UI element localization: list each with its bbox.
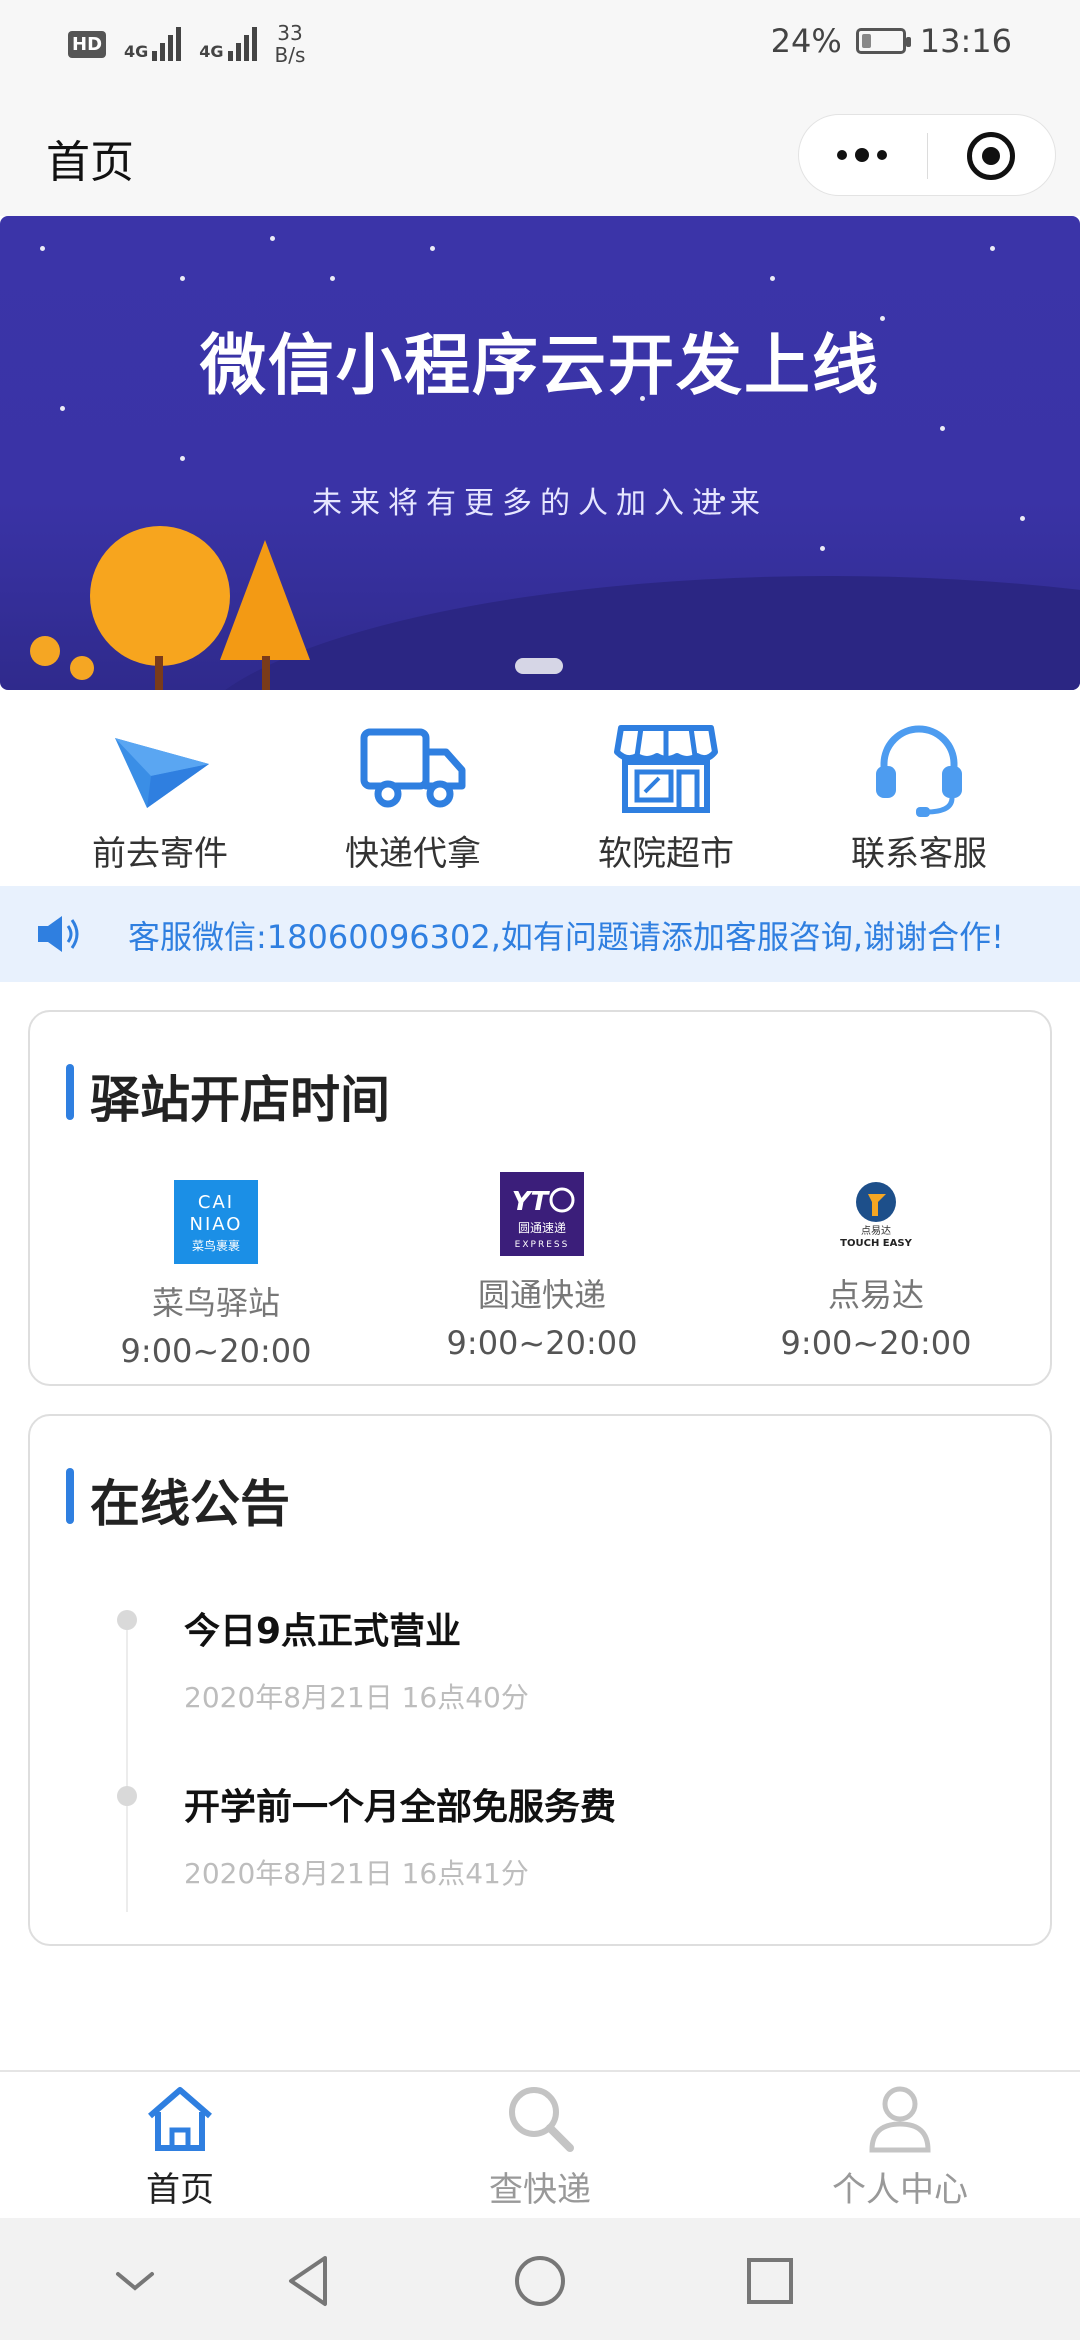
- station-item[interactable]: 点易达 TOUCH EASY 点易达 9:00~20:00: [746, 1172, 1006, 1362]
- carousel-indicator[interactable]: [515, 658, 563, 674]
- signal-1: 4G: [124, 27, 182, 61]
- banner-subtitle: 未来将有更多的人加入进来: [312, 486, 768, 521]
- notice-text: 客服微信:18060096302,如有问题请添加客服咨询,谢谢合作!: [128, 918, 1004, 956]
- hd-badge: HD: [68, 30, 107, 58]
- speaker-icon: [38, 916, 79, 952]
- system-navigation-bar: [0, 2218, 1080, 2340]
- announcement-title[interactable]: 今日9点正式营业: [184, 1602, 461, 1654]
- svg-text:CAI: CAI: [198, 1192, 234, 1213]
- clock: 13:16: [919, 22, 1012, 60]
- svg-text:EXPRESS: EXPRESS: [515, 1240, 570, 1250]
- touch-easy-logo: 点易达 TOUCH EASY: [840, 1182, 913, 1249]
- network-speed: 33 B/s: [274, 21, 306, 67]
- tab-profile[interactable]: 个人中心: [780, 2080, 1020, 2211]
- quick-item-market[interactable]: 软院超市: [556, 718, 776, 875]
- station-name: 菜鸟驿站: [151, 1284, 280, 1322]
- tab-home[interactable]: 首页: [60, 2080, 300, 2211]
- more-dots-icon[interactable]: [837, 148, 887, 162]
- station-item[interactable]: CAI NIAO 菜鸟裹裹 菜鸟驿站 9:00~20:00: [86, 1180, 346, 1370]
- banner-carousel[interactable]: 微信小程序云开发上线 未来将有更多的人加入进来: [0, 216, 1080, 690]
- home-icon: [148, 2087, 212, 2151]
- user-icon: [869, 2086, 931, 2153]
- tab-label: 查快递: [489, 2170, 591, 2210]
- store-icon: [614, 725, 718, 813]
- orange-tree-icon: [220, 540, 310, 660]
- quick-item-send[interactable]: 前去寄件: [50, 718, 270, 875]
- tab-label: 个人中心: [832, 2170, 968, 2210]
- station-name: 点易达: [827, 1276, 924, 1314]
- banner-title: 微信小程序云开发上线: [200, 327, 880, 404]
- notice-bar[interactable]: 客服微信:18060096302,如有问题请添加客服咨询,谢谢合作!: [0, 886, 1080, 982]
- quick-menu: 前去寄件 快递代拿 软院超市 联系客服: [0, 700, 1080, 888]
- signal-bars-icon: [152, 27, 182, 61]
- quick-label: 软院超市: [598, 834, 734, 874]
- status-bar: HD 4G 4G 33 B/s 24% 13:16: [0, 0, 1080, 90]
- nav-bar: 首页: [0, 90, 1080, 216]
- orange-moon-tree: [90, 526, 230, 666]
- station-name: 圆通快递: [477, 1276, 606, 1314]
- cainiao-logo: CAI NIAO 菜鸟裹裹: [174, 1180, 258, 1264]
- station-hours: 9:00~20:00: [446, 1324, 638, 1362]
- card-title: 在线公告: [90, 1475, 290, 1533]
- tab-label: 首页: [146, 2170, 214, 2210]
- svg-text:TOUCH EASY: TOUCH EASY: [840, 1238, 912, 1249]
- search-icon: [509, 2087, 574, 2152]
- target-circle-icon[interactable]: [967, 132, 1015, 180]
- svg-text:菜鸟裹裹: 菜鸟裹裹: [192, 1238, 240, 1253]
- announcement-date: 2020年8月21日 16点40分: [184, 1681, 529, 1714]
- battery-percent: 24%: [770, 22, 842, 60]
- quick-item-pickup[interactable]: 快递代拿: [303, 718, 523, 875]
- page-title: 首页: [46, 137, 134, 188]
- timeline-dot: [117, 1610, 137, 1630]
- quick-label: 前去寄件: [92, 834, 228, 874]
- headset-icon: [876, 725, 962, 817]
- timeline-line: [126, 1622, 128, 1912]
- svg-text:YT: YT: [512, 1187, 551, 1217]
- announcements-card: 在线公告 今日9点正式营业 2020年8月21日 16点40分 开学前一个月全部…: [28, 1414, 1052, 1946]
- back-triangle-icon[interactable]: [275, 2246, 345, 2316]
- signal-bars-icon: [227, 27, 257, 61]
- svg-text:NIAO: NIAO: [190, 1214, 243, 1235]
- truck-icon: [360, 728, 466, 808]
- tab-track[interactable]: 查快递: [420, 2080, 660, 2211]
- announcement-date: 2020年8月21日 16点41分: [184, 1857, 529, 1890]
- station-item[interactable]: YT 圆通速递 EXPRESS 圆通快递 9:00~20:00: [412, 1172, 672, 1362]
- signal-2: 4G: [199, 27, 257, 61]
- quick-item-support[interactable]: 联系客服: [809, 718, 1029, 875]
- battery-icon: [855, 28, 911, 54]
- station-hours: 9:00~20:00: [120, 1332, 312, 1370]
- tab-bar: 首页 查快递 个人中心: [0, 2070, 1080, 2218]
- timeline-dot: [117, 1786, 137, 1806]
- svg-text:点易达: 点易达: [861, 1225, 891, 1237]
- yto-logo: YT 圆通速递 EXPRESS: [500, 1172, 584, 1256]
- capsule-divider: [927, 133, 928, 179]
- chevron-down-icon[interactable]: [100, 2246, 170, 2316]
- mini-program-capsule: [798, 114, 1056, 196]
- station-hours: 9:00~20:00: [780, 1324, 972, 1362]
- recent-square-icon[interactable]: [735, 2246, 805, 2316]
- title-accent-bar: [66, 1468, 74, 1524]
- title-accent-bar: [66, 1064, 74, 1120]
- announcement-title[interactable]: 开学前一个月全部免服务费: [184, 1778, 616, 1830]
- home-circle-icon[interactable]: [505, 2246, 575, 2316]
- svg-text:圆通速递: 圆通速递: [518, 1221, 566, 1235]
- card-title: 驿站开店时间: [90, 1071, 390, 1129]
- quick-label: 联系客服: [851, 834, 987, 874]
- banner-hill: [180, 576, 1080, 690]
- station-hours-card: 驿站开店时间 CAI NIAO 菜鸟裹裹 菜鸟驿站 9:00~20:00 YT …: [28, 1010, 1052, 1386]
- paper-plane-icon: [115, 738, 209, 808]
- quick-label: 快递代拿: [345, 834, 481, 874]
